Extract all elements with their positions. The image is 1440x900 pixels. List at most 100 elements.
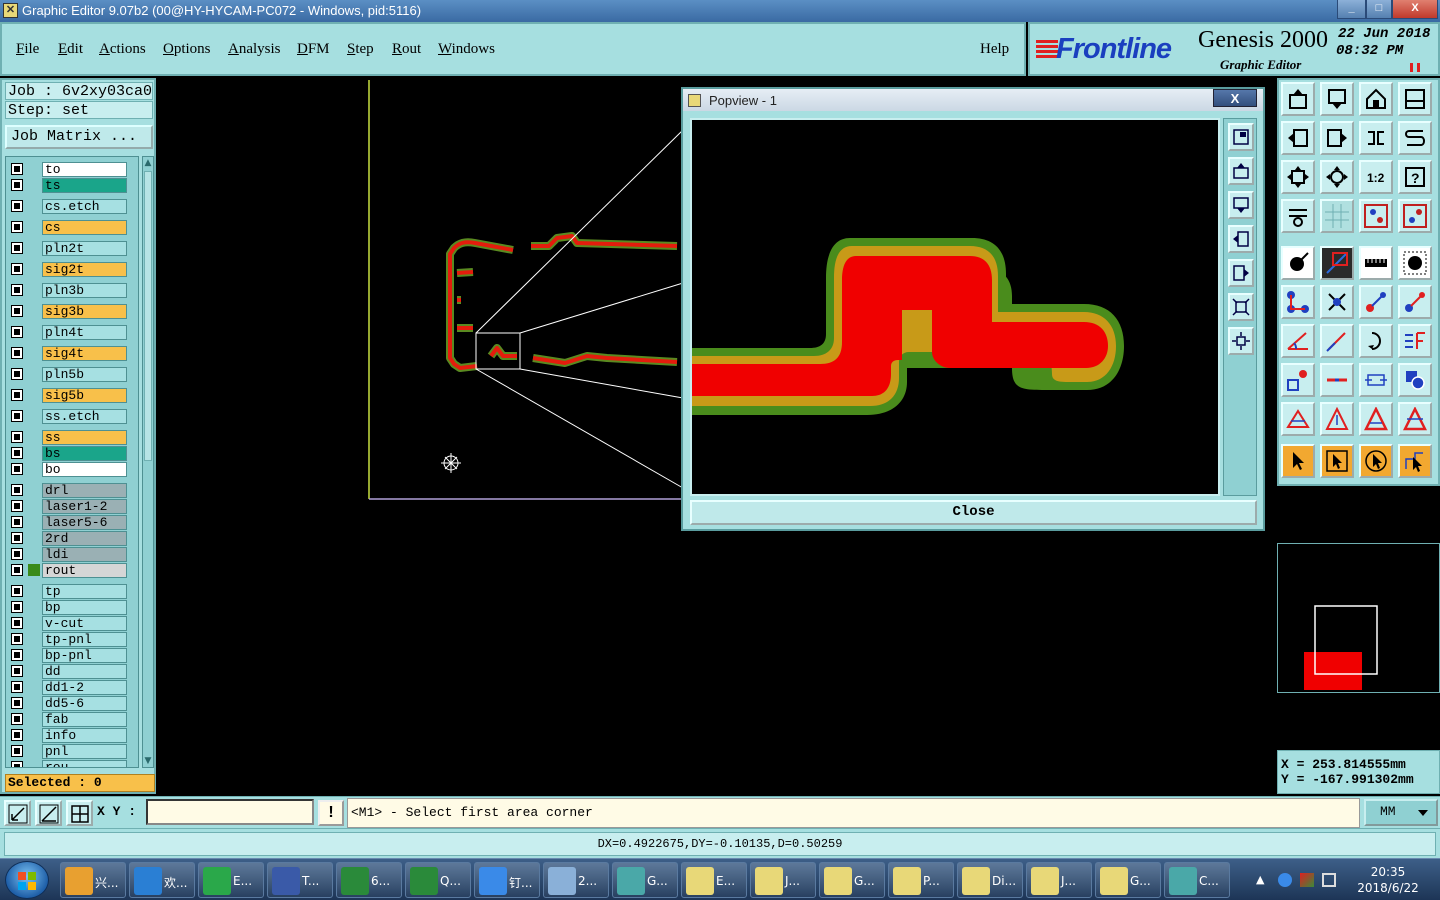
- layer-checkbox[interactable]: [11, 305, 23, 317]
- taskbar-item[interactable]: Q...: [405, 862, 471, 898]
- layer-checkbox[interactable]: [11, 284, 23, 296]
- menu-file[interactable]: File: [16, 41, 39, 58]
- layer-name[interactable]: pln5b: [42, 367, 127, 382]
- layer-checkbox[interactable]: [11, 601, 23, 613]
- layer-row[interactable]: ts: [6, 177, 138, 193]
- grid-mode-button[interactable]: [66, 800, 93, 826]
- tool-layers-a-button[interactable]: [1359, 199, 1393, 233]
- layer-row[interactable]: ldi: [6, 546, 138, 562]
- tray-display-icon[interactable]: [1322, 873, 1336, 887]
- layer-row[interactable]: laser5-6: [6, 514, 138, 530]
- menu-actions[interactable]: Actions: [99, 41, 146, 58]
- tool-connect-button[interactable]: [1281, 285, 1315, 319]
- layer-row[interactable]: bp-pnl: [6, 647, 138, 663]
- layer-checkbox[interactable]: [11, 617, 23, 629]
- tool-move-pad-button[interactable]: [1359, 285, 1393, 319]
- layer-checkbox[interactable]: [11, 263, 23, 275]
- popview-pan-right-button[interactable]: [1228, 259, 1254, 287]
- layer-row[interactable]: pln5b: [6, 366, 138, 382]
- taskbar-item[interactable]: J...: [1026, 862, 1092, 898]
- layer-name[interactable]: rout: [42, 563, 127, 578]
- layer-row[interactable]: fab: [6, 711, 138, 727]
- layer-name[interactable]: sig4t: [42, 346, 127, 361]
- layer-checkbox[interactable]: [11, 242, 23, 254]
- popview-close-x-button[interactable]: X: [1213, 89, 1257, 107]
- popview-pan-down-button[interactable]: [1228, 191, 1254, 219]
- layer-checkbox[interactable]: [11, 665, 23, 677]
- taskbar-item[interactable]: C...: [1164, 862, 1230, 898]
- tool-fit-button[interactable]: [1281, 160, 1315, 194]
- layer-checkbox[interactable]: [11, 484, 23, 496]
- layer-row[interactable]: dd1-2: [6, 679, 138, 695]
- layer-name[interactable]: v-cut: [42, 616, 127, 631]
- layer-name[interactable]: sig5b: [42, 388, 127, 403]
- menu-windows[interactable]: Windows: [438, 41, 495, 58]
- scroll-down-icon[interactable]: ▼: [143, 755, 153, 767]
- layer-row[interactable]: cs: [6, 219, 138, 235]
- tool-center-button[interactable]: [1320, 160, 1354, 194]
- layer-row[interactable]: dd5-6: [6, 695, 138, 711]
- layer-checkbox[interactable]: [11, 697, 23, 709]
- menu-dfm[interactable]: DFM: [297, 41, 330, 58]
- layer-name[interactable]: ts: [42, 178, 127, 193]
- popview-zoom-out-button[interactable]: [1228, 327, 1254, 355]
- layer-checkbox[interactable]: [11, 633, 23, 645]
- tool-angle-button[interactable]: [1281, 324, 1315, 358]
- layer-name[interactable]: fab: [42, 712, 127, 727]
- taskbar-clock[interactable]: 20:35 2018/6/22: [1348, 864, 1428, 896]
- layer-name[interactable]: pln3b: [42, 283, 127, 298]
- popview-pan-up-button[interactable]: [1228, 157, 1254, 185]
- popview-canvas[interactable]: [690, 118, 1220, 496]
- tool-grid-button[interactable]: [1320, 199, 1354, 233]
- start-button[interactable]: [5, 861, 49, 899]
- layer-name[interactable]: sig2t: [42, 262, 127, 277]
- layer-row[interactable]: 2rd: [6, 530, 138, 546]
- layer-checkbox[interactable]: [11, 649, 23, 661]
- tool-home-button[interactable]: [1359, 82, 1393, 116]
- menu-analysis[interactable]: Analysis: [228, 41, 281, 58]
- layer-checkbox[interactable]: [11, 221, 23, 233]
- layer-row[interactable]: sig3b: [6, 303, 138, 319]
- layer-row[interactable]: pln2t: [6, 240, 138, 256]
- menu-rout[interactable]: Rout: [392, 41, 421, 58]
- tool-split-button[interactable]: [1320, 363, 1354, 397]
- xy-input[interactable]: [146, 799, 314, 825]
- tool-layers-b-button[interactable]: [1398, 199, 1432, 233]
- tool-help-button[interactable]: ?: [1398, 160, 1432, 194]
- layer-checkbox[interactable]: [11, 516, 23, 528]
- tool-scale-button[interactable]: 1:2: [1359, 160, 1393, 194]
- overview-map[interactable]: [1277, 543, 1440, 693]
- tool-pan-right-button[interactable]: [1320, 121, 1354, 155]
- layer-name[interactable]: info: [42, 728, 127, 743]
- layer-name[interactable]: dd5-6: [42, 696, 127, 711]
- tool-slope-button[interactable]: [1320, 324, 1354, 358]
- tool-triangle-c-button[interactable]: [1359, 402, 1393, 436]
- layer-row[interactable]: bs: [6, 445, 138, 461]
- layer-name[interactable]: bs: [42, 446, 127, 461]
- tool-shape-button[interactable]: [1398, 363, 1432, 397]
- layer-checkbox[interactable]: [11, 326, 23, 338]
- close-button[interactable]: X: [1392, 0, 1438, 19]
- taskbar-item[interactable]: 兴...: [60, 862, 126, 898]
- layer-name[interactable]: dd: [42, 664, 127, 679]
- tool-pad-button[interactable]: [1281, 246, 1315, 280]
- layer-name[interactable]: dd1-2: [42, 680, 127, 695]
- tool-measure-button[interactable]: [1281, 199, 1315, 233]
- layer-row[interactable]: cs.etch: [6, 198, 138, 214]
- layer-row[interactable]: drl: [6, 482, 138, 498]
- tool-move-pad-b-button[interactable]: [1398, 285, 1432, 319]
- layer-checkbox[interactable]: [11, 564, 23, 576]
- tool-line-button[interactable]: [1320, 246, 1354, 280]
- popview-pan-left-button[interactable]: [1228, 225, 1254, 253]
- layer-name[interactable]: 2rd: [42, 531, 127, 546]
- layer-row[interactable]: pnl: [6, 743, 138, 759]
- layer-checkbox[interactable]: [11, 431, 23, 443]
- layer-checkbox[interactable]: [11, 585, 23, 597]
- layer-row[interactable]: tp: [6, 583, 138, 599]
- message-button[interactable]: !: [318, 800, 344, 826]
- taskbar-item[interactable]: T...: [267, 862, 333, 898]
- layer-list[interactable]: to ts cs.etch cs pln2t sig2t pln3b sig3b pln4t si…: [5, 156, 139, 768]
- tool-select-circle-button[interactable]: [1359, 444, 1393, 478]
- menu-help[interactable]: Help: [980, 41, 1009, 58]
- layer-name[interactable]: laser1-2: [42, 499, 127, 514]
